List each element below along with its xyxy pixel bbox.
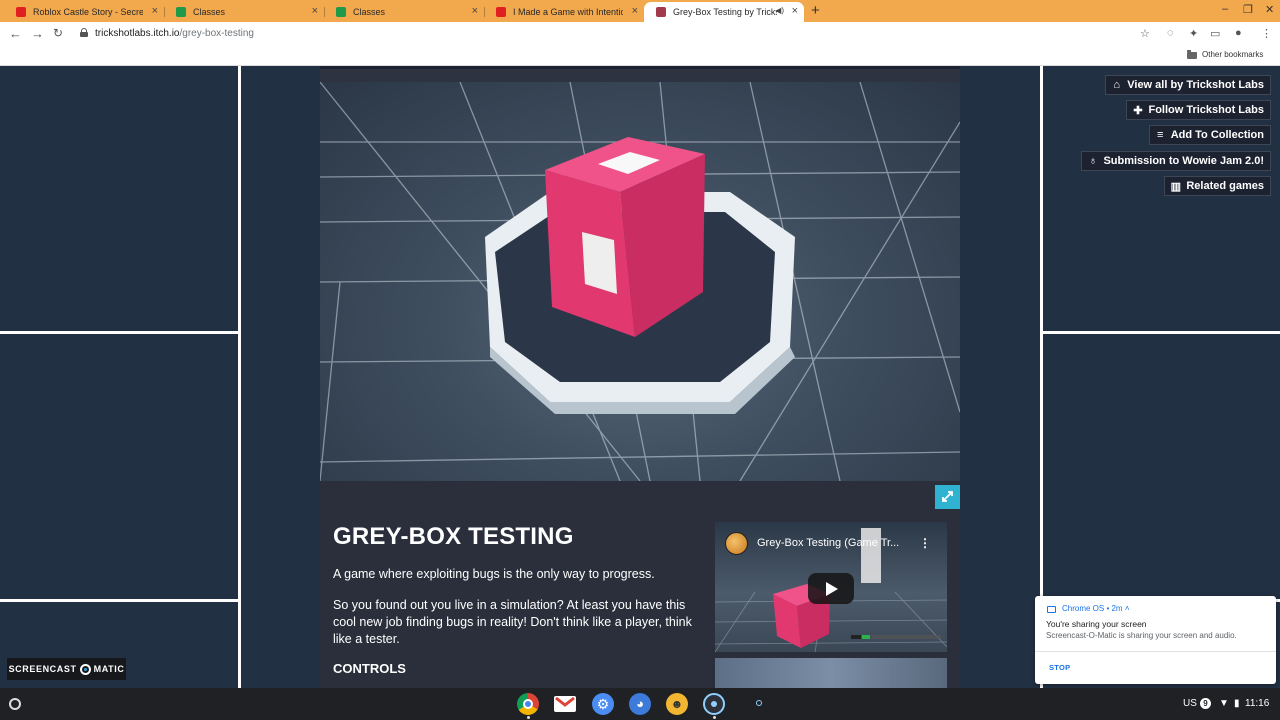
related-games-button[interactable]: ▥ Related games: [1164, 176, 1271, 196]
extension-icon[interactable]: ◌: [1167, 27, 1174, 39]
classroom-icon: [176, 7, 186, 17]
launcher-icon[interactable]: [9, 698, 21, 710]
youtube-icon: [16, 7, 26, 17]
game-column: GREY-BOX TESTING A game where exploiting…: [320, 66, 960, 688]
address-bar[interactable]: trickshotlabs.itch.io/grey-box-testing: [76, 25, 1158, 43]
menu-kebab-icon[interactable]: ⋮: [1261, 27, 1272, 40]
tab-label: Classes: [193, 7, 226, 17]
new-tab-button[interactable]: +: [811, 2, 820, 19]
speaker-icon: ◀): [775, 6, 784, 15]
background-grid-line: [1040, 331, 1280, 334]
reload-icon[interactable]: ↻: [53, 26, 63, 40]
tab-label: Classes: [353, 7, 386, 17]
profile-avatar-icon[interactable]: ●: [1235, 27, 1242, 39]
forward-icon[interactable]: →: [31, 26, 44, 41]
browser-tab[interactable]: Roblox Castle Story - Secret End ×: [4, 2, 165, 22]
address-toolbar: ← → ↻ trickshotlabs.itch.io/grey-box-tes…: [0, 22, 1280, 46]
chromeos-shelf: ⚙ ◕ ☻ US 9 ▼ ▮ 11:16: [0, 688, 1280, 720]
jam-submission-link[interactable]: ♁ Submission to Wowie Jam 2.0!: [1081, 151, 1271, 171]
close-tab-icon[interactable]: ×: [152, 5, 158, 17]
playlist-add-icon: ≡: [1156, 129, 1164, 141]
game-tagline: A game where exploiting bugs is the only…: [333, 567, 655, 581]
palette-icon[interactable]: ◕: [629, 693, 651, 715]
controls-heading: CONTROLS: [333, 661, 406, 676]
fullscreen-button[interactable]: [935, 485, 960, 509]
stop-sharing-button[interactable]: STOP: [1049, 663, 1070, 672]
game-screenshot[interactable]: [320, 82, 960, 481]
notification-title: You're sharing your screen: [1046, 619, 1147, 629]
screenshot-scene: [320, 82, 960, 481]
screencast-icon[interactable]: [703, 693, 725, 715]
clock[interactable]: 11:16: [1245, 698, 1269, 709]
url-text: trickshotlabs.itch.io/grey-box-testing: [95, 28, 254, 39]
tab-strip: Roblox Castle Story - Secret End × Class…: [0, 0, 1280, 22]
expand-icon: [942, 491, 953, 502]
gallery-thumbnail[interactable]: [715, 658, 947, 688]
extensions-puzzle-icon[interactable]: ✦: [1189, 27, 1198, 40]
chrome-icon[interactable]: [517, 693, 539, 715]
wifi-icon: ▼: [1219, 698, 1229, 709]
window-close-icon[interactable]: ✕: [1265, 3, 1274, 16]
back-icon[interactable]: ←: [9, 26, 22, 41]
follow-user-icon: ✚: [1133, 104, 1143, 117]
close-tab-icon[interactable]: ×: [472, 5, 478, 17]
background-grid-line: [0, 599, 240, 602]
gmail-icon[interactable]: [554, 696, 576, 712]
video-menu-icon[interactable]: ⋮: [919, 536, 931, 550]
recording-indicator-icon[interactable]: [756, 700, 762, 706]
notification-count-badge[interactable]: 9: [1200, 698, 1211, 709]
bookmark-star-icon[interactable]: ☆: [1140, 27, 1150, 40]
game-app-icon[interactable]: ☻: [666, 693, 688, 715]
browser-tab[interactable]: Classes ×: [164, 2, 325, 22]
classroom-icon: [336, 7, 346, 17]
map-icon: ▥: [1170, 180, 1182, 193]
close-tab-icon[interactable]: ×: [792, 5, 798, 17]
youtube-embed[interactable]: Grey-Box Testing (Game Tr... ⋮: [715, 522, 947, 652]
screen-share-icon: [1047, 606, 1056, 613]
cast-icon[interactable]: ▭: [1210, 27, 1220, 40]
bookmarks-bar: Other bookmarks: [0, 46, 1280, 66]
browser-tab-active[interactable]: Grey-Box Testing by Tricksho ◀) ×: [644, 2, 804, 22]
column-header-strip: [320, 66, 960, 82]
close-tab-icon[interactable]: ×: [312, 5, 318, 17]
follow-button[interactable]: ✚ Follow Trickshot Labs: [1126, 100, 1271, 120]
background-grid-line: [238, 66, 241, 688]
battery-icon: ▮: [1234, 698, 1240, 709]
browser-tab[interactable]: I Made a Game with Intentional ×: [484, 2, 644, 22]
close-tab-icon[interactable]: ×: [632, 5, 638, 17]
screen-share-notification[interactable]: Chrome OS • 2m ˄ You're sharing your scr…: [1035, 596, 1276, 684]
game-title: GREY-BOX TESTING: [333, 523, 574, 550]
itch-page: GREY-BOX TESTING A game where exploiting…: [0, 66, 1280, 688]
other-bookmarks[interactable]: Other bookmarks: [1202, 50, 1263, 59]
video-title[interactable]: Grey-Box Testing (Game Tr...: [757, 537, 899, 549]
tab-label: I Made a Game with Intentional: [513, 7, 623, 17]
input-method[interactable]: US: [1183, 698, 1197, 709]
lock-icon: [80, 28, 88, 37]
award-icon: ♁: [1088, 155, 1098, 167]
restore-icon[interactable]: ❐: [1243, 3, 1253, 16]
recorder-logo-icon: [79, 663, 91, 675]
background-grid-line: [1040, 66, 1043, 688]
store-icon: ⌂: [1113, 79, 1121, 91]
settings-icon[interactable]: ⚙: [592, 693, 614, 715]
play-button[interactable]: [808, 573, 854, 604]
notification-source: Chrome OS • 2m ˄: [1062, 604, 1130, 613]
minimize-icon[interactable]: –: [1222, 3, 1228, 15]
youtube-icon: [496, 7, 506, 17]
game-description: So you found out you live in a simulatio…: [333, 598, 692, 646]
itch-icon: [656, 7, 666, 17]
screencast-o-matic-badge: SCREENCAST MATIC: [7, 658, 126, 680]
tab-label: Roblox Castle Story - Secret End: [33, 7, 143, 17]
notification-body: Screencast-O-Matic is sharing your scree…: [1046, 631, 1237, 640]
add-to-collection-button[interactable]: ≡ Add To Collection: [1148, 125, 1271, 145]
background-grid-line: [0, 331, 240, 334]
browser-tab[interactable]: Classes ×: [324, 2, 485, 22]
folder-icon: [1187, 50, 1197, 59]
view-all-button[interactable]: ⌂ View all by Trickshot Labs: [1105, 75, 1271, 95]
tab-label: Grey-Box Testing by Tricksho: [673, 7, 777, 17]
channel-avatar[interactable]: [725, 532, 748, 555]
